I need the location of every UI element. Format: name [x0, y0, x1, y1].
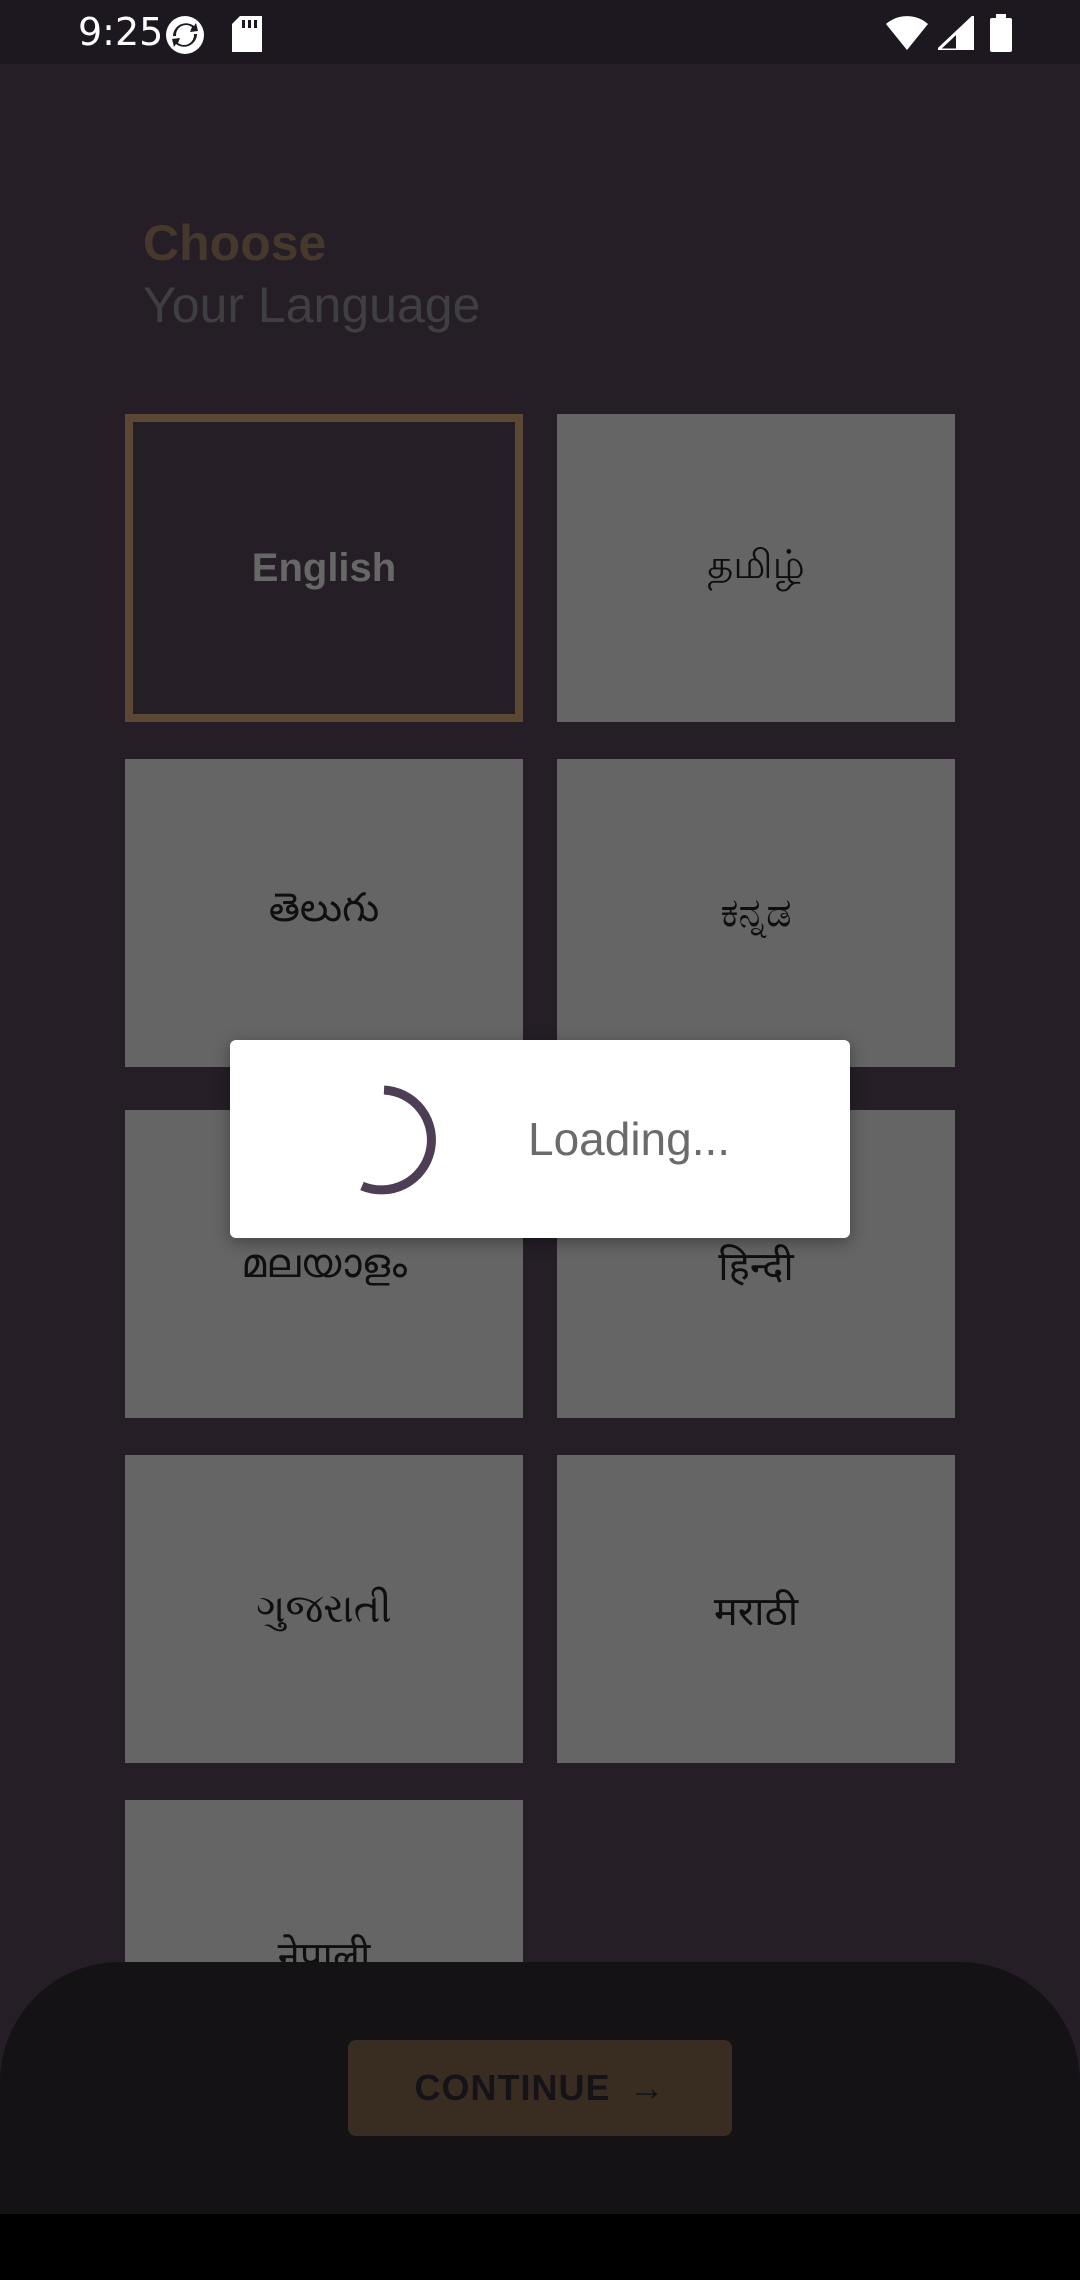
arrow-right-icon: → [628, 2067, 666, 2108]
language-label: हिन्दी [718, 1244, 794, 1289]
language-label: ગુજરાતી [256, 1586, 392, 1631]
page-title: Choose Your Language [143, 212, 480, 336]
title-choose: Choose [143, 215, 327, 271]
wifi-icon [886, 16, 928, 50]
app-screen: 9:25 Choose Your Language English தமிழ் … [0, 0, 1080, 2214]
loading-spinner-icon [360, 1085, 436, 1195]
language-label: मराठी [713, 1589, 799, 1634]
language-tile-tamil[interactable]: தமிழ் [557, 414, 955, 722]
status-bar: 9:25 [0, 0, 1080, 64]
language-label: తెలుగు [268, 885, 380, 930]
cellular-signal-icon [938, 16, 974, 50]
language-tile-kannada[interactable]: ಕನ್ನಡ [557, 759, 955, 1067]
language-label: മലയാളം [241, 1241, 407, 1286]
language-tile-english[interactable]: English [125, 414, 523, 722]
loading-text: Loading... [528, 1113, 731, 1165]
continue-label: CONTINUE [414, 2067, 611, 2108]
status-time: 9:25 [78, 10, 164, 54]
title-your-language: Your Language [143, 277, 481, 333]
language-tile-telugu[interactable]: తెలుగు [125, 759, 523, 1067]
language-tile-gujarati[interactable]: ગુજરાતી [125, 1455, 523, 1763]
loading-dialog: Loading... [230, 1040, 850, 1238]
language-label: English [251, 545, 397, 590]
battery-icon [990, 14, 1012, 52]
continue-button[interactable]: CONTINUE → [348, 2040, 732, 2136]
language-tile-marathi[interactable]: मराठी [557, 1455, 955, 1763]
sync-app-icon [166, 16, 204, 54]
language-label: ಕನ್ನಡ [720, 890, 792, 935]
status-icons-right [886, 14, 1026, 54]
sd-card-icon [232, 16, 262, 52]
language-label: தமிழ் [707, 543, 805, 587]
